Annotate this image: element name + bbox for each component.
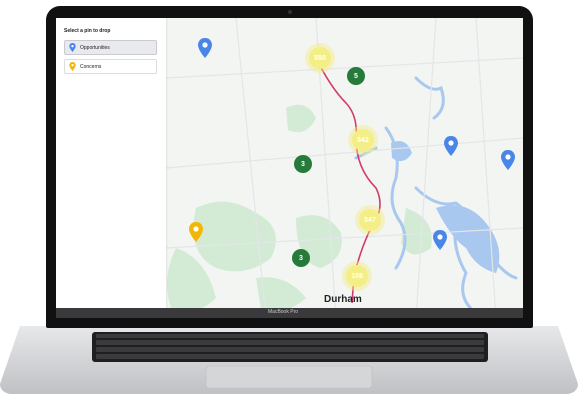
opportunity-pin-icon[interactable] [444, 136, 458, 156]
cluster-marker[interactable]: 547 [359, 209, 381, 231]
laptop-base [0, 326, 578, 394]
cluster-marker[interactable]: 108 [346, 265, 368, 287]
camera [288, 10, 292, 14]
concerns-option-button[interactable]: Concerns [64, 59, 157, 74]
cluster-marker[interactable]: 5 [347, 67, 365, 85]
laptop-scene: Durham 550 5 542 3 547 3 108 Select a pi… [0, 0, 578, 397]
opportunity-pin-icon[interactable] [433, 230, 447, 250]
concern-pin-icon[interactable] [189, 222, 203, 242]
cluster-marker[interactable]: 3 [294, 155, 312, 173]
cluster-marker[interactable]: 550 [309, 47, 331, 69]
app-screen: Durham 550 5 542 3 547 3 108 Select a pi… [56, 18, 523, 318]
laptop-lid: Durham 550 5 542 3 547 3 108 Select a pi… [46, 6, 533, 328]
concern-pin-icon [69, 62, 76, 71]
opportunities-option-button[interactable]: Opportunities [64, 40, 157, 55]
option-label: Opportunities [80, 44, 110, 51]
opportunity-pin-icon[interactable] [501, 150, 515, 170]
city-label: Durham [324, 294, 362, 305]
option-label: Concerns [80, 63, 102, 70]
cluster-marker[interactable]: 542 [352, 129, 374, 151]
opportunity-pin-icon [69, 43, 76, 52]
cluster-marker[interactable]: 3 [292, 249, 310, 267]
opportunity-pin-icon[interactable] [198, 38, 212, 58]
panel-title: Select a pin to drop [64, 28, 111, 34]
device-brand: MacBook Pro [268, 309, 299, 315]
pin-selector-panel: Select a pin to drop Opportunities Conce… [56, 18, 166, 318]
